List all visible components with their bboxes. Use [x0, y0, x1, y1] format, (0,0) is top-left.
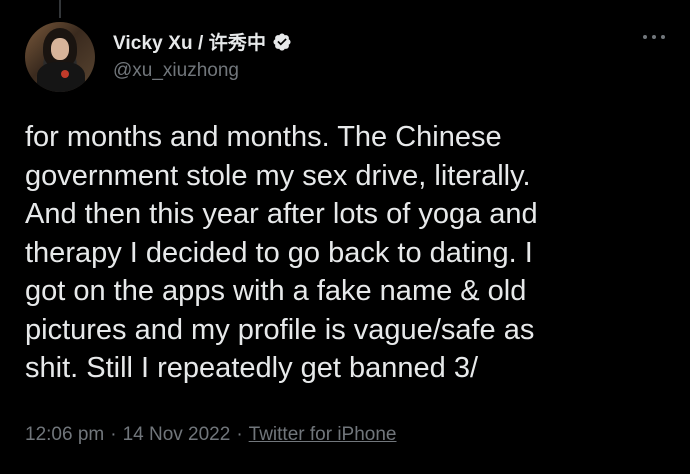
meta-separator-2: · — [236, 424, 243, 445]
tweet-metadata: 12:06 pm · 14 Nov 2022 · Twitter for iPh… — [25, 424, 396, 446]
tweet-date[interactable]: 14 Nov 2022 — [123, 424, 231, 446]
tweet-header: Vicky Xu / 许秀中 @xu_xiuzhong — [25, 22, 690, 92]
verified-badge-icon — [272, 32, 292, 52]
tweet-time[interactable]: 12:06 pm — [25, 424, 104, 446]
author-name-row: Vicky Xu / 许秀中 — [113, 28, 292, 55]
thread-connector-line — [59, 0, 61, 18]
more-options-icon[interactable] — [643, 32, 665, 42]
tweet-text: for months and months. The Chinese gover… — [25, 121, 538, 384]
meta-separator: · — [110, 424, 117, 445]
author-avatar[interactable] — [25, 22, 95, 92]
tweet-source-link[interactable]: Twitter for iPhone — [249, 424, 397, 446]
author-display-name[interactable]: Vicky Xu / 许秀中 — [113, 28, 266, 55]
author-handle[interactable]: @xu_xiuzhong — [113, 60, 239, 82]
